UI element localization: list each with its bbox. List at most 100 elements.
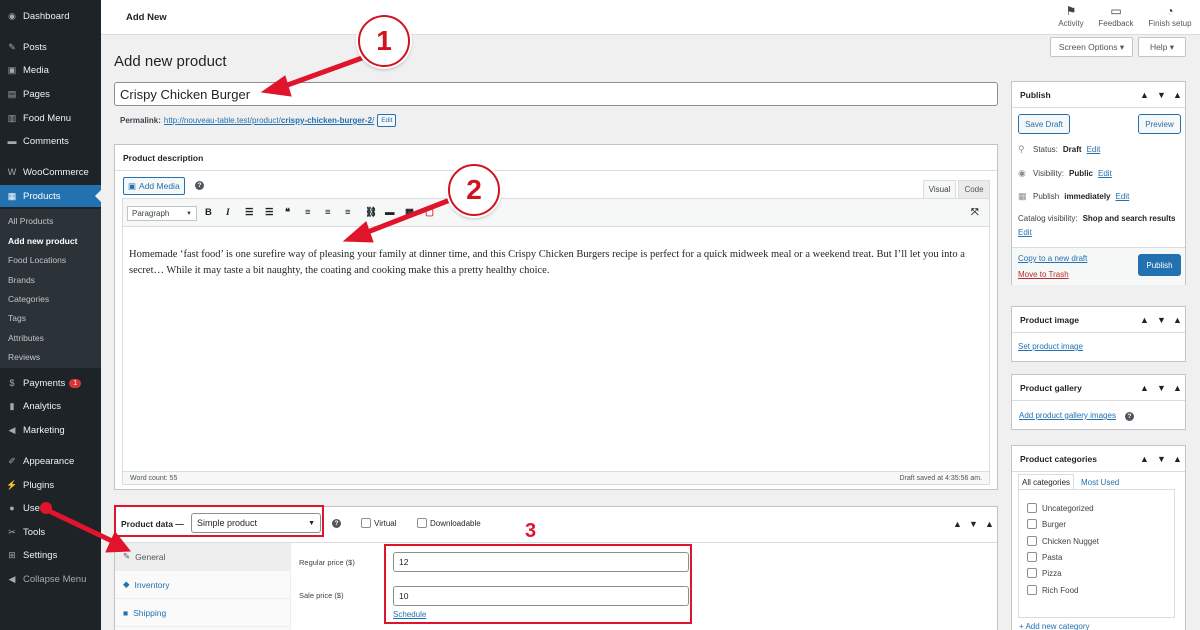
submenu-reviews[interactable]: Reviews [8, 352, 40, 362]
chevron-down-icon[interactable]: ▼ [1157, 90, 1166, 100]
nav-pages[interactable]: ▤ Pages [0, 83, 101, 105]
category-item[interactable]: Burger [1027, 519, 1066, 529]
category-item[interactable]: Pizza [1027, 568, 1062, 578]
distraction-free-icon[interactable]: ⤧ [971, 208, 979, 218]
copy-draft-link[interactable]: Copy to a new draft [1018, 254, 1087, 263]
nav-woocommerce[interactable]: W WooCommerce [0, 161, 101, 183]
checkbox-box[interactable] [1027, 536, 1037, 546]
align-left-icon[interactable]: ≡ [305, 208, 311, 218]
nav-appearance[interactable]: ✐ Appearance [0, 450, 101, 472]
nav-food-menu[interactable]: ▥ Food Menu [0, 107, 101, 129]
toggle-icon[interactable]: ▲ [1173, 383, 1182, 393]
nav-posts[interactable]: ✎ Posts [0, 36, 101, 58]
bullet-list-icon[interactable]: ☰ [245, 208, 254, 218]
nav-payments[interactable]: $ Payments 1 [0, 372, 101, 394]
nav-marketing[interactable]: ◀ Marketing [0, 419, 101, 441]
submenu-brands[interactable]: Brands [8, 275, 35, 285]
checkbox-box[interactable] [1027, 585, 1037, 595]
category-item[interactable]: Uncategorized [1027, 503, 1094, 513]
tab-shipping[interactable]: ■ Shipping [115, 599, 291, 627]
visibility-edit-link[interactable]: Edit [1098, 169, 1112, 178]
chevron-down-icon[interactable]: ▼ [1157, 315, 1166, 325]
add-gallery-images-link[interactable]: Add product gallery images [1019, 411, 1116, 420]
chevron-down-icon[interactable]: ▼ [969, 519, 978, 529]
chevron-down-icon[interactable]: ▼ [1157, 383, 1166, 393]
submenu-add-new-product[interactable]: Add new product [8, 236, 77, 246]
add-new-category-link[interactable]: + Add new category [1019, 622, 1090, 630]
toggle-icon[interactable]: ▲ [1173, 315, 1182, 325]
category-item[interactable]: Rich Food [1027, 585, 1078, 595]
nav-users[interactable]: ● Users [0, 497, 101, 519]
read-more-icon[interactable]: ▬ [385, 208, 395, 218]
align-right-icon[interactable]: ≡ [345, 208, 351, 218]
add-media-button[interactable]: ▣ Add Media [123, 177, 185, 195]
category-item[interactable]: Chicken Nugget [1027, 536, 1099, 546]
checkbox-box[interactable] [417, 518, 427, 528]
category-item[interactable]: Pasta [1027, 552, 1062, 562]
help-button[interactable]: Help ▾ [1138, 37, 1186, 57]
virtual-checkbox[interactable]: Virtual [361, 518, 397, 528]
tab-visual[interactable]: Visual [923, 180, 956, 198]
catalog-edit-link[interactable]: Edit [1018, 228, 1032, 237]
chevron-up-icon[interactable]: ▲ [1140, 315, 1149, 325]
help-icon[interactable]: ? [1125, 412, 1134, 421]
nav-dashboard[interactable]: ◉ Dashboard [0, 5, 101, 27]
set-product-image-link[interactable]: Set product image [1018, 342, 1083, 351]
status-edit-link[interactable]: Edit [1087, 145, 1101, 154]
tab-code[interactable]: Code [958, 180, 990, 198]
chevron-up-icon[interactable]: ▲ [1140, 383, 1149, 393]
checkbox-box[interactable] [1027, 503, 1037, 513]
submenu-food-locations[interactable]: Food Locations [8, 255, 66, 265]
checkbox-box[interactable] [361, 518, 371, 528]
nav-collapse-menu[interactable]: ◀ Collapse Menu [0, 568, 101, 590]
checkbox-box[interactable] [1027, 552, 1037, 562]
nav-analytics[interactable]: ▮ Analytics [0, 395, 101, 417]
italic-icon[interactable]: I [226, 208, 230, 218]
activity-button[interactable]: ⚑ Activity [1056, 3, 1086, 28]
chevron-down-icon[interactable]: ▼ [1157, 454, 1166, 464]
checkbox-box[interactable] [1027, 568, 1037, 578]
toolbar-toggle-icon[interactable]: ▦ [405, 208, 414, 218]
help-icon[interactable]: ? [332, 519, 341, 528]
blockquote-icon[interactable]: ❝ [285, 208, 290, 218]
feedback-button[interactable]: ▭ Feedback [1097, 3, 1135, 28]
tab-general[interactable]: ✎ General [115, 543, 291, 571]
fullscreen-icon[interactable]: ▢ [425, 208, 434, 218]
chevron-up-icon[interactable]: ▲ [953, 519, 962, 529]
format-select[interactable]: Paragraph ▼ [127, 206, 197, 221]
nav-settings[interactable]: ⊞ Settings [0, 544, 101, 566]
submenu-all-products[interactable]: All Products [8, 216, 53, 226]
help-icon[interactable]: ? [195, 181, 204, 190]
nav-media[interactable]: ▣ Media [0, 59, 101, 81]
tab-all-categories[interactable]: All categories [1018, 474, 1075, 490]
description-editor[interactable]: Homemade ‘fast food’ is one surefire way… [122, 226, 990, 471]
tab-inventory[interactable]: ◆ Inventory [115, 571, 291, 599]
toggle-icon[interactable]: ▲ [1173, 90, 1182, 100]
downloadable-checkbox[interactable]: Downloadable [417, 518, 481, 528]
nav-comments[interactable]: ▬ Comments [0, 130, 101, 152]
publish-button[interactable]: Publish [1138, 254, 1181, 276]
permalink-link[interactable]: http://nouveau-table.test/product/crispy… [164, 116, 374, 125]
publish-time-edit-link[interactable]: Edit [1116, 192, 1130, 201]
align-center-icon[interactable]: ≡ [325, 208, 331, 218]
submenu-categories[interactable]: Categories [8, 294, 49, 304]
nav-products[interactable]: ▦ Products [0, 185, 101, 207]
screen-options-button[interactable]: Screen Options ▾ [1050, 37, 1133, 57]
submenu-attributes[interactable]: Attributes [8, 333, 44, 343]
nav-plugins[interactable]: ⚡ Plugins [0, 474, 101, 496]
nav-tools[interactable]: ✂ Tools [0, 521, 101, 543]
save-draft-button[interactable]: Save Draft [1018, 114, 1070, 134]
bold-icon[interactable]: B [205, 208, 212, 218]
product-title-input[interactable] [114, 82, 998, 106]
checkbox-box[interactable] [1027, 519, 1037, 529]
permalink-edit-button[interactable]: Edit [377, 114, 397, 127]
finish-setup-button[interactable]: ◔ Finish setup [1147, 3, 1193, 28]
preview-button[interactable]: Preview [1138, 114, 1181, 134]
toggle-icon[interactable]: ▲ [1173, 454, 1182, 464]
numbered-list-icon[interactable]: ☰ [265, 208, 274, 218]
move-to-trash-link[interactable]: Move to Trash [1018, 270, 1069, 279]
tab-most-used[interactable]: Most Used [1078, 474, 1122, 490]
link-icon[interactable]: ⛓ [365, 208, 377, 218]
chevron-up-icon[interactable]: ▲ [1140, 90, 1149, 100]
chevron-up-icon[interactable]: ▲ [1140, 454, 1149, 464]
